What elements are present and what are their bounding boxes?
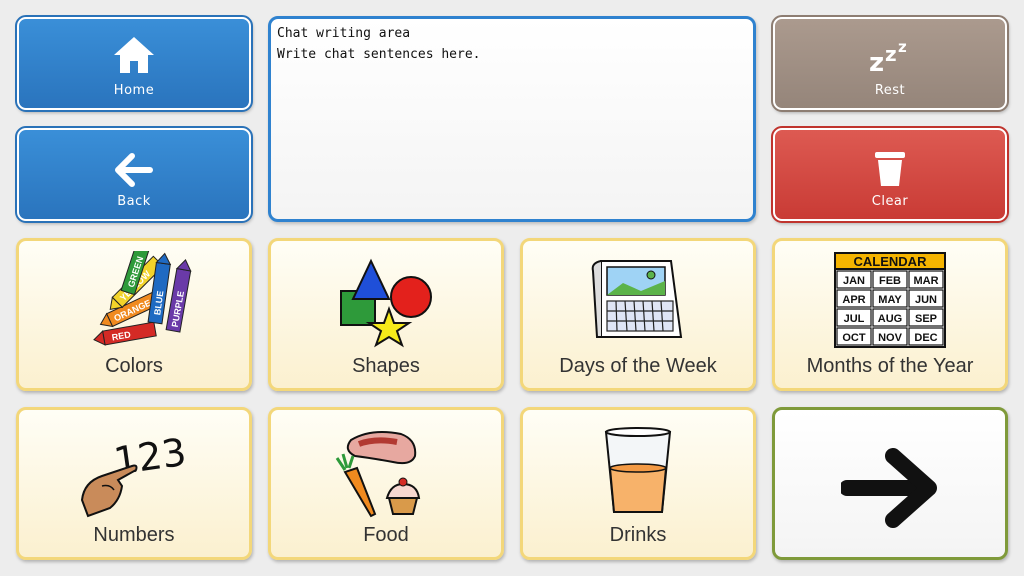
category-label: Days of the Week xyxy=(559,355,717,377)
back-label: Back xyxy=(117,194,151,209)
chat-writing-area[interactable]: Chat writing area Write chat sentences h… xyxy=(268,16,756,222)
counting-hand-icon: 123 xyxy=(80,430,189,518)
category-shapes[interactable]: Shapes xyxy=(268,238,504,391)
clear-button[interactable]: Clear xyxy=(771,126,1009,223)
month-label: OCT xyxy=(842,332,866,344)
month-label: DEC xyxy=(914,332,937,344)
category-label: Drinks xyxy=(609,524,667,546)
back-button[interactable]: Back xyxy=(15,126,253,223)
month-label: JUL xyxy=(844,313,865,325)
crayons-icon: RED ORANGE YELLOW GREEN BLUE PURPLE xyxy=(93,251,192,346)
category-label: Shapes xyxy=(352,355,420,377)
month-label: JUN xyxy=(915,294,937,306)
svg-text:z: z xyxy=(869,48,884,78)
category-label: Months of the Year xyxy=(806,355,974,377)
home-icon xyxy=(114,37,154,73)
drink-glass-icon xyxy=(604,427,672,513)
calendar-header: CALENDAR xyxy=(854,254,928,269)
food-icon xyxy=(335,431,421,518)
category-label: Numbers xyxy=(93,524,175,546)
home-button[interactable]: Home xyxy=(15,15,253,112)
calendar-page-icon xyxy=(591,260,683,338)
month-label: JAN xyxy=(843,275,865,287)
category-drinks[interactable]: Drinks xyxy=(520,407,756,560)
category-label: Food xyxy=(363,524,409,546)
arrow-right-icon xyxy=(841,448,937,528)
arrow-left-icon xyxy=(115,153,153,187)
shapes-icon xyxy=(340,258,432,348)
clear-label: Clear xyxy=(871,194,909,209)
chat-placeholder: Write chat sentences here. xyxy=(277,47,481,62)
month-label: MAY xyxy=(878,294,902,306)
rest-button[interactable]: z z z Rest xyxy=(771,15,1009,112)
category-months-of-the-year[interactable]: CALENDAR JAN FEB MAR APR MAY JUN JUL AUG SEP OCT N… xyxy=(772,238,1008,391)
home-label: Home xyxy=(113,83,155,98)
month-label: NOV xyxy=(878,332,903,344)
category-numbers[interactable]: 123 Numbers xyxy=(16,407,252,560)
category-food[interactable]: Food xyxy=(268,407,504,560)
months-calendar-icon: CALENDAR JAN FEB MAR APR MAY JUN JUL AUG SEP OCT N… xyxy=(834,252,946,348)
category-colors[interactable]: RED ORANGE YELLOW GREEN BLUE PURPLE Colo… xyxy=(16,238,252,391)
month-label: SEP xyxy=(915,313,937,325)
month-label: AUG xyxy=(878,313,902,325)
category-label: Colors xyxy=(105,355,163,377)
month-label: FEB xyxy=(879,275,901,287)
month-label: MAR xyxy=(913,275,938,287)
svg-text:z: z xyxy=(898,38,907,56)
trash-icon xyxy=(875,152,905,186)
svg-text:z: z xyxy=(885,42,897,66)
rest-label: Rest xyxy=(874,83,906,98)
month-label: APR xyxy=(842,294,865,306)
next-page-button[interactable] xyxy=(772,407,1008,560)
chat-title: Chat writing area xyxy=(277,26,411,41)
sleep-zzz-icon: z z z xyxy=(869,38,907,78)
category-days-of-the-week[interactable]: Days of the Week xyxy=(520,238,756,391)
